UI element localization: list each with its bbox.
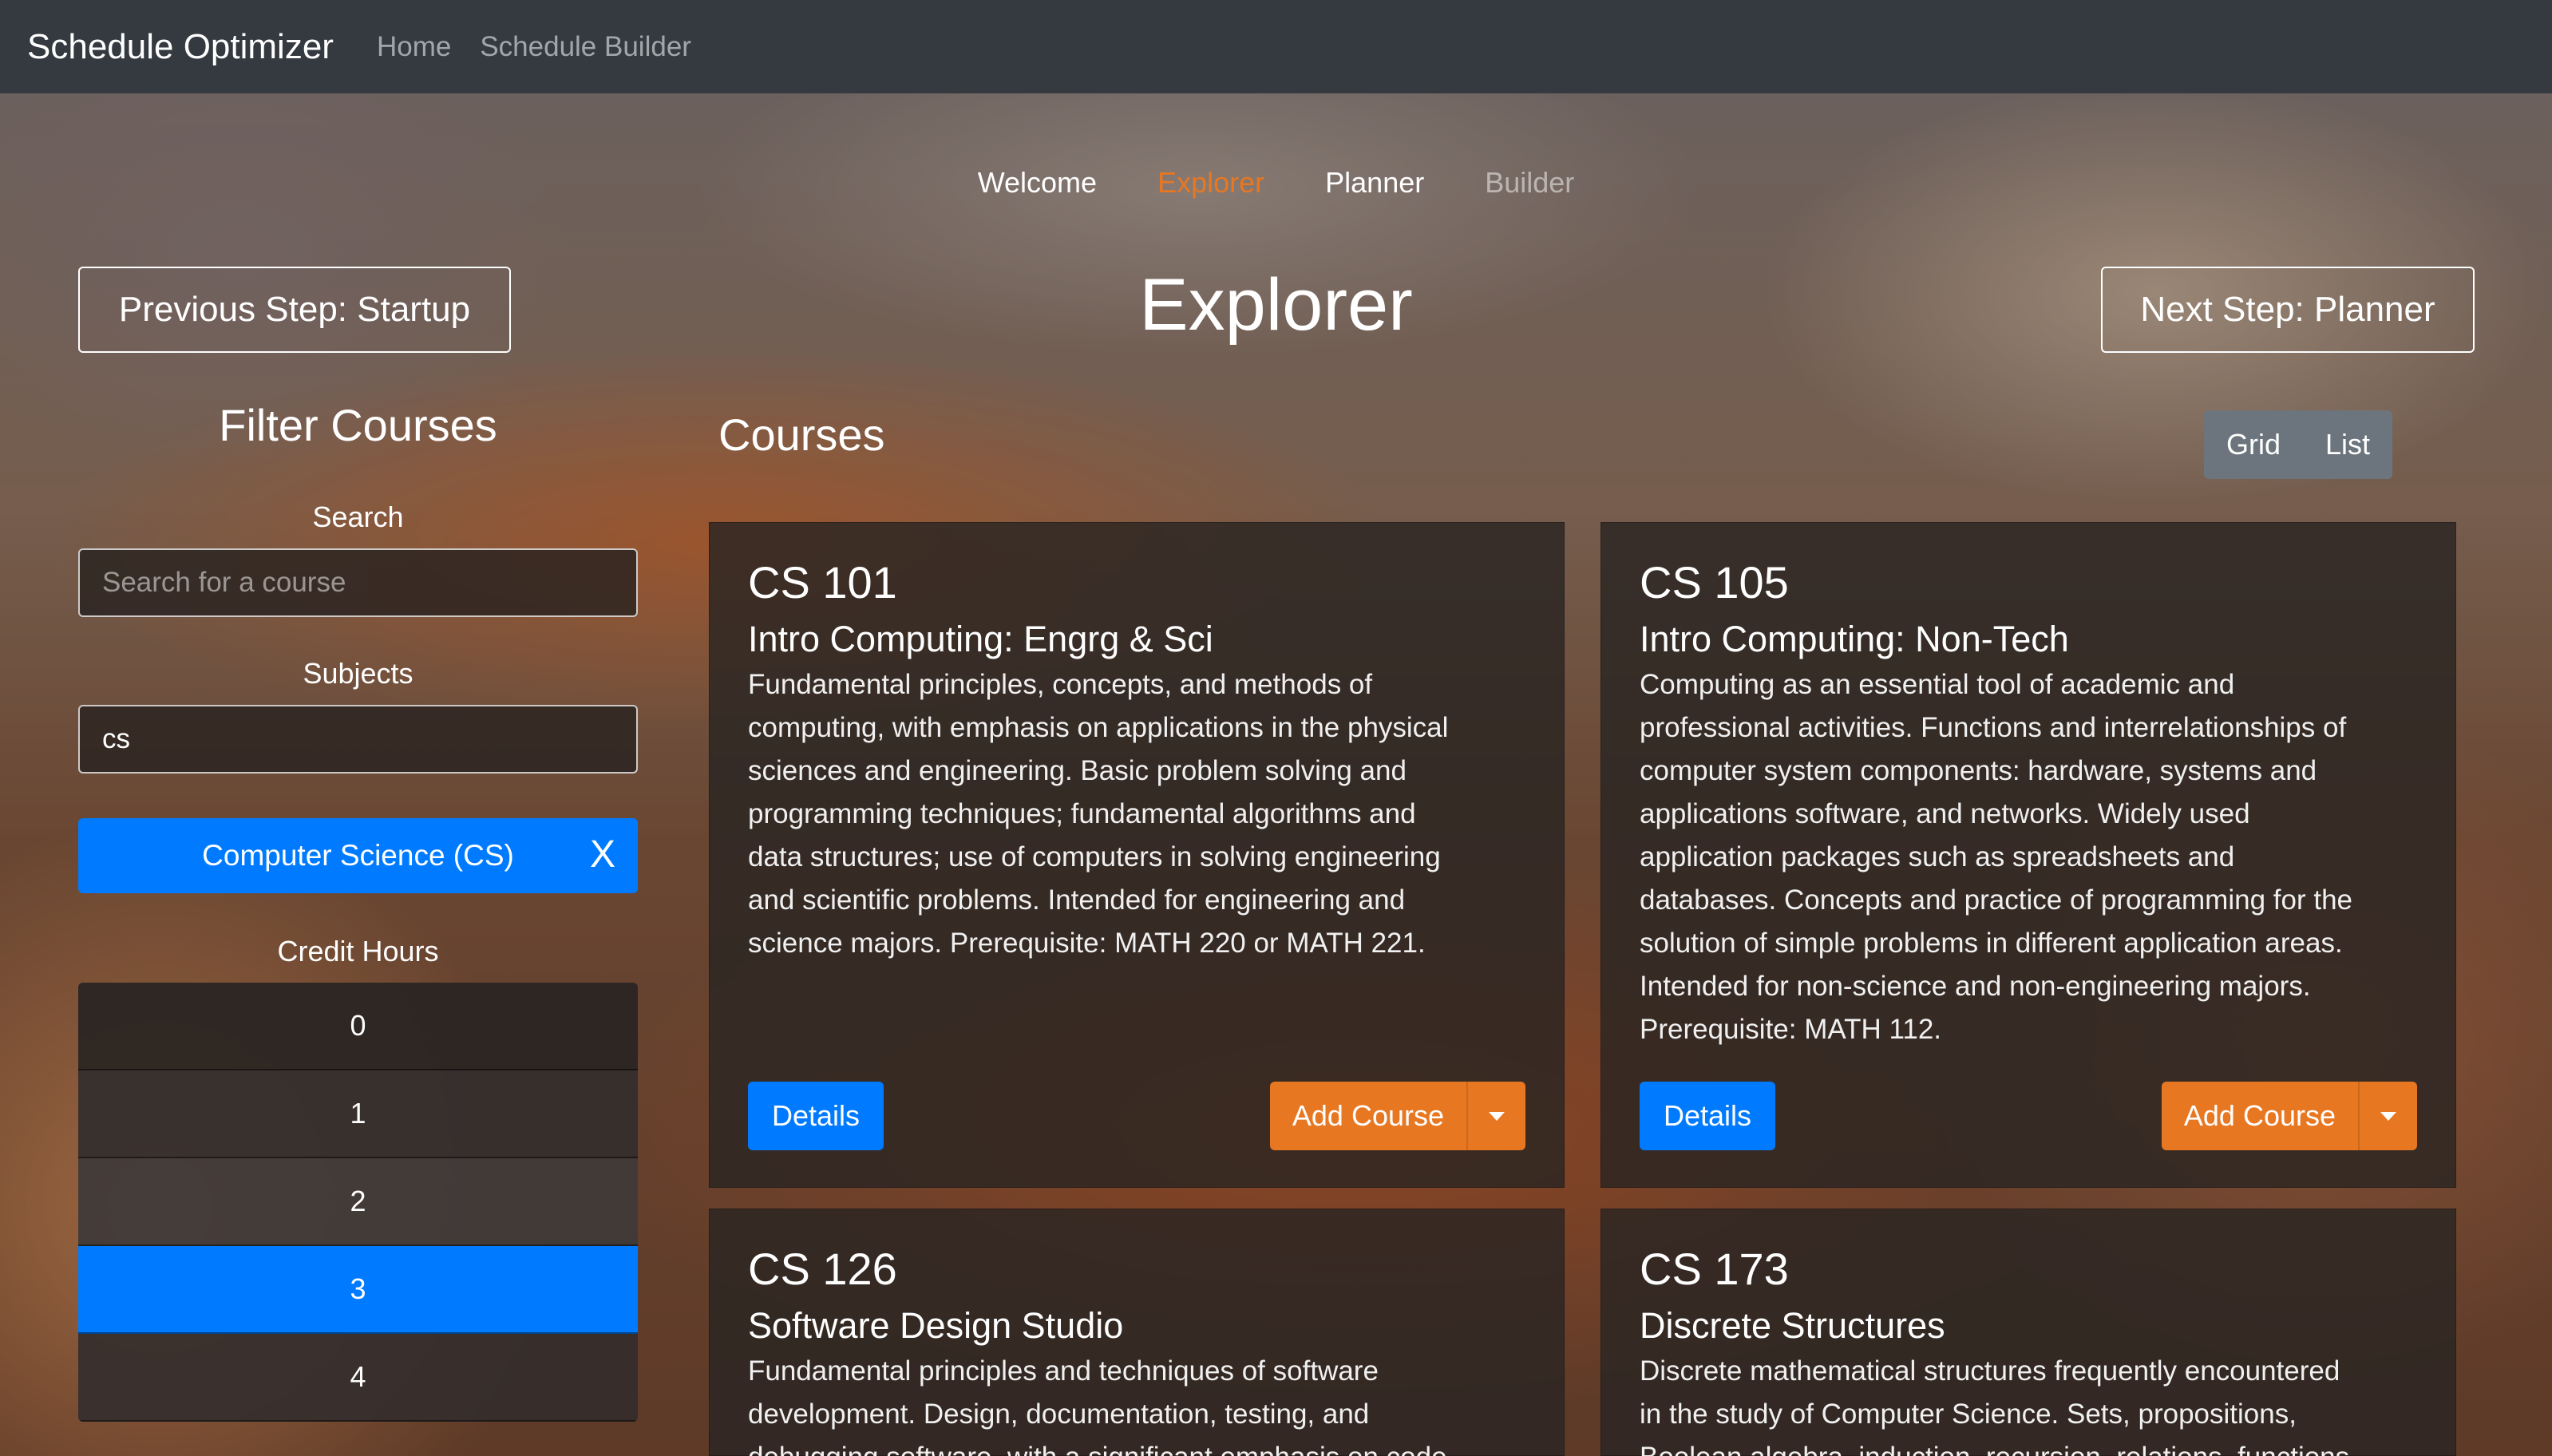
course-card: CS 101 Intro Computing: Engrg & Sci Fund… [709,522,1565,1188]
credit-option-2[interactable]: 2 [78,1158,638,1246]
step-welcome[interactable]: Welcome [948,166,1127,200]
step-builder: Builder [1485,166,1575,199]
step-nav: Welcome Explorer Planner Builder [0,166,2552,200]
course-card: CS 105 Intro Computing: Non-Tech Computi… [1600,522,2456,1188]
credit-option-1[interactable]: 1 [78,1070,638,1158]
subjects-input[interactable]: cs [78,705,638,774]
add-course-split-button: Add Course [1269,1082,1525,1150]
view-toggle: Grid List [2204,410,2393,479]
details-button[interactable]: Details [1640,1082,1776,1150]
credit-option-0[interactable]: 0 [78,983,638,1070]
top-navbar: Schedule Optimizer Home Schedule Builder [0,0,2552,93]
caret-down-icon [2380,1111,2396,1121]
subjects-label: Subjects [303,657,413,690]
course-card: CS 173 Discrete Structures Discrete math… [1600,1209,2456,1456]
add-course-button[interactable]: Add Course [2161,1082,2358,1150]
list-view-button[interactable]: List [2303,410,2392,479]
credit-hours-label: Credit Hours [277,935,439,967]
search-placeholder: Search for a course [102,567,346,598]
course-title: Intro Computing: Non-Tech [1640,618,2069,659]
step-explorer[interactable]: Explorer [1127,166,1295,200]
caret-down-icon [1489,1111,1505,1121]
filter-sidebar: Filter Courses Search Search for a cours… [78,399,638,1422]
add-course-dropdown-toggle[interactable] [2358,1082,2417,1150]
course-description: Fundamental principles, concepts, and me… [748,668,1449,959]
nav-link-schedule-builder[interactable]: Schedule Builder [480,31,691,63]
course-code: CS 173 [1640,1244,1789,1294]
course-title: Software Design Studio [748,1304,1124,1346]
course-title: Discrete Structures [1640,1304,1945,1346]
filter-heading: Filter Courses [219,400,497,450]
selected-subject-label: Computer Science (CS) [202,839,514,872]
details-button[interactable]: Details [748,1082,884,1150]
course-description: Discrete mathematical structures frequen… [1640,1355,2349,1456]
search-input[interactable]: Search for a course [78,548,638,617]
search-label: Search [312,500,404,533]
add-course-dropdown-toggle[interactable] [1466,1082,1525,1150]
courses-heading: Courses [718,410,885,460]
course-code: CS 105 [1640,557,1789,607]
grid-view-button[interactable]: Grid [2204,410,2303,479]
add-course-split-button: Add Course [2161,1082,2417,1150]
course-code: CS 101 [748,557,897,607]
credit-hours-list: 0 1 2 3 4 [78,983,638,1422]
course-description: Fundamental principles and techniques of… [748,1355,1447,1456]
selected-subject-chip[interactable]: Computer Science (CS) X [78,818,638,893]
card-actions: Details Add Course [748,1082,1525,1150]
credit-option-4[interactable]: 4 [78,1334,638,1422]
nav-link-home[interactable]: Home [377,31,451,63]
next-step-button[interactable]: Next Step: Planner [2101,267,2475,353]
subjects-input-value: cs [102,723,130,754]
course-code: CS 126 [748,1244,897,1294]
course-title: Intro Computing: Engrg & Sci [748,618,1213,659]
card-actions: Details Add Course [1640,1082,2417,1150]
course-description: Computing as an essential tool of academ… [1640,668,2352,1045]
credit-option-3-selected[interactable]: 3 [78,1246,638,1334]
step-planner[interactable]: Planner [1295,166,1454,200]
remove-subject-button[interactable]: X [590,833,615,876]
add-course-button[interactable]: Add Course [1269,1082,1466,1150]
brand-logo[interactable]: Schedule Optimizer [27,27,334,67]
course-card: CS 126 Software Design Studio Fundamenta… [709,1209,1565,1456]
